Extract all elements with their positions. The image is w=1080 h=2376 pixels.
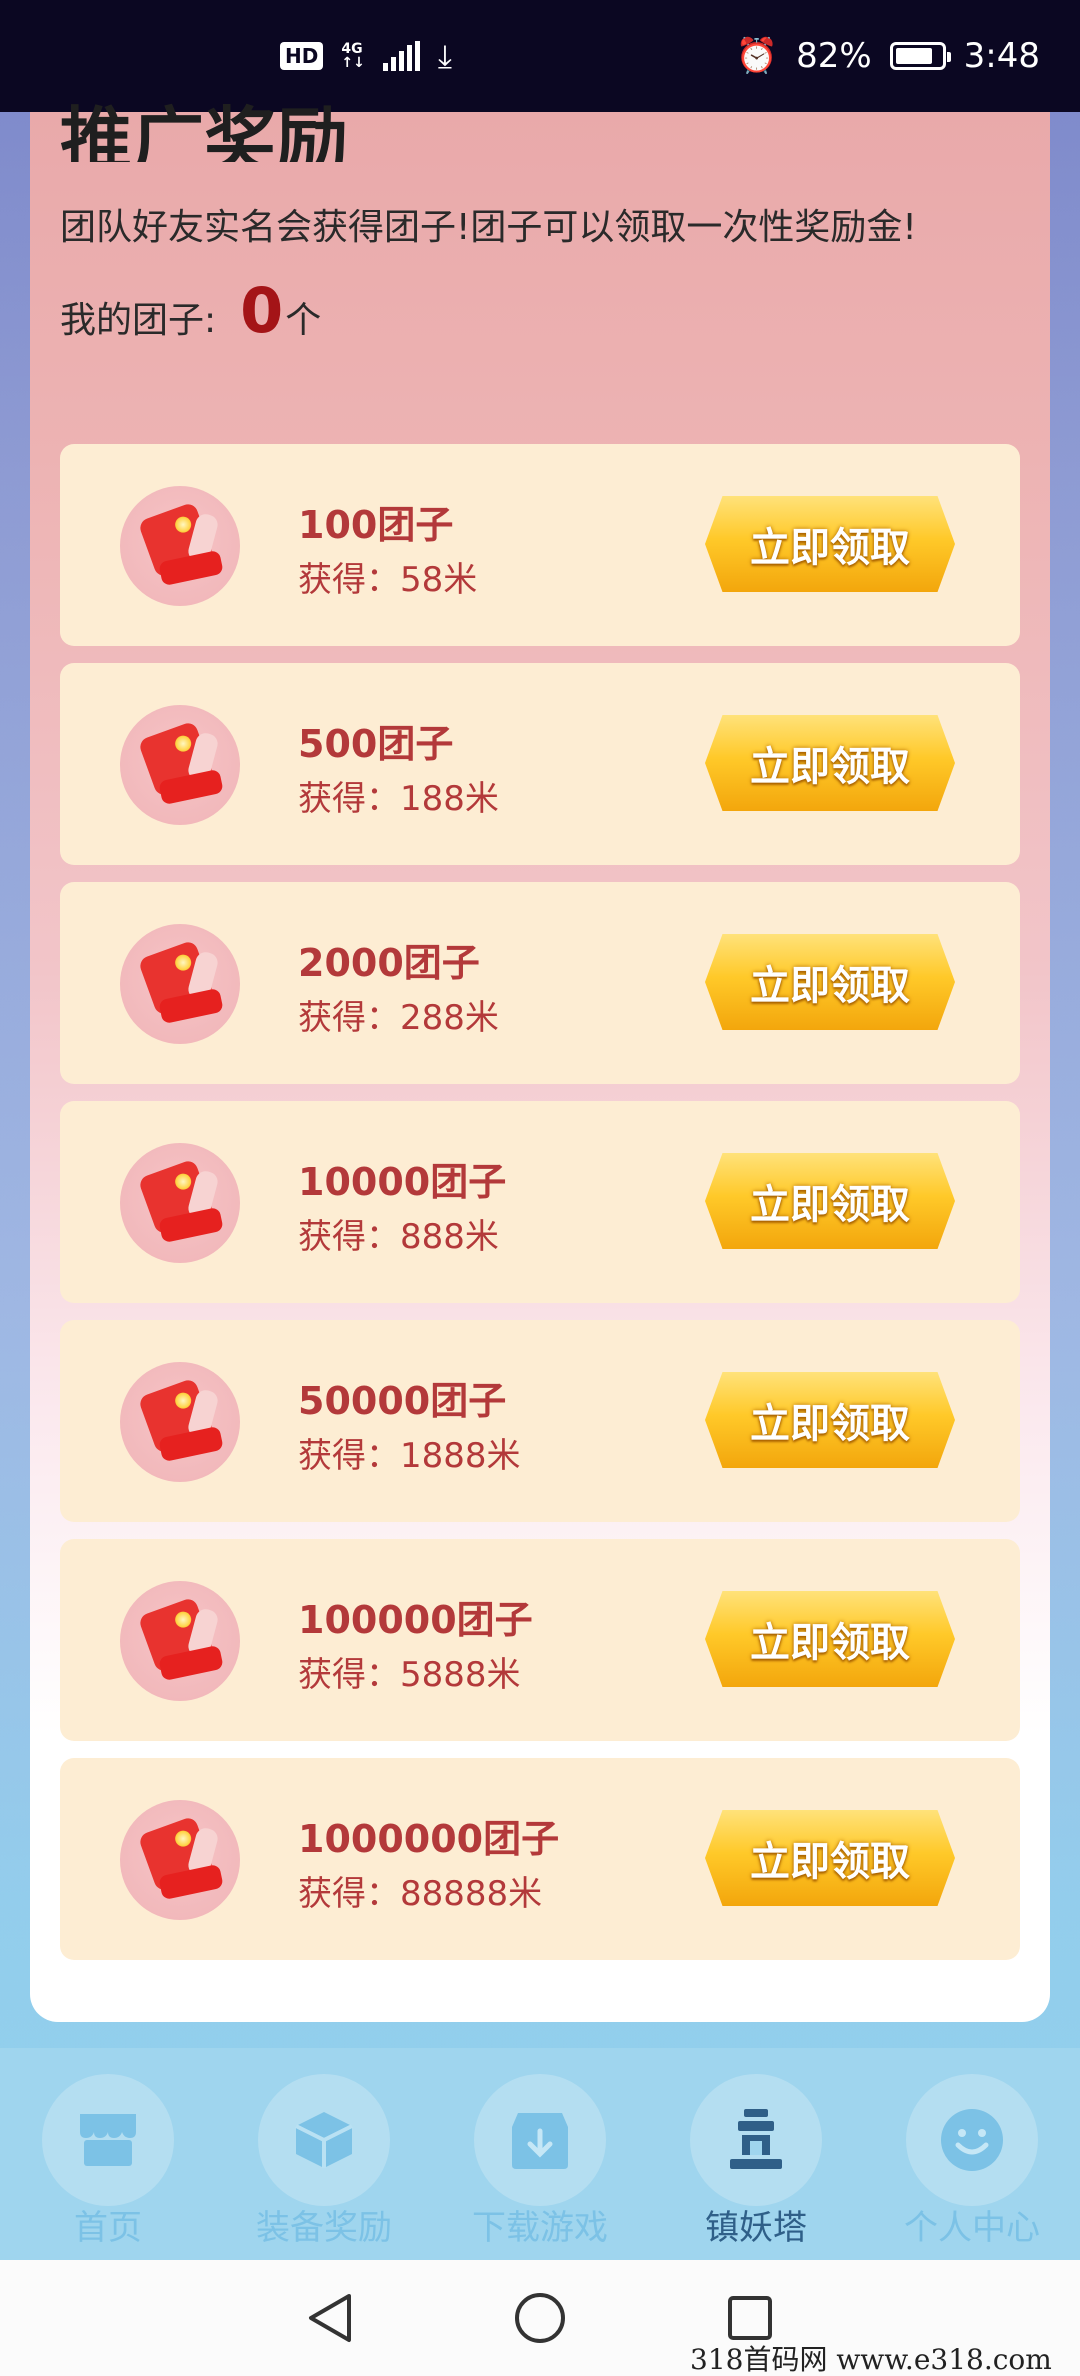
my-count: 我的团子: 0 个 bbox=[60, 274, 321, 347]
red-envelope-icon bbox=[120, 1800, 240, 1920]
download-status-icon: ⤓ bbox=[437, 36, 452, 75]
red-envelope-icon bbox=[120, 705, 240, 825]
promotion-description: 团队好友实名会获得团子!团子可以领取一次性奖励金! bbox=[60, 207, 917, 248]
reward-amount: 50000团子 bbox=[298, 1379, 507, 1423]
reward-gain: 获得：5888米 bbox=[298, 1655, 521, 1695]
reward-row: 50000团子 获得：1888米 立即领取 bbox=[60, 1320, 1020, 1522]
reward-amount: 2000团子 bbox=[298, 941, 480, 985]
nav-item-equipment[interactable]: 装备奖励 bbox=[216, 2048, 432, 2260]
reward-row: 100000团子 获得：5888米 立即领取 bbox=[60, 1539, 1020, 1741]
my-count-label: 我的团子: bbox=[60, 300, 217, 341]
home-icon[interactable] bbox=[510, 2288, 570, 2348]
battery-icon bbox=[889, 42, 951, 70]
reward-amount: 100000团子 bbox=[298, 1598, 533, 1642]
reward-gain: 获得：1888米 bbox=[298, 1436, 521, 1476]
reward-gain: 获得：188米 bbox=[298, 779, 499, 819]
reward-amount: 500团子 bbox=[298, 722, 454, 766]
nav-item-tower[interactable]: 镇妖塔 bbox=[648, 2048, 864, 2260]
nav-item-download[interactable]: 下载游戏 bbox=[432, 2048, 648, 2260]
nav-item-profile[interactable]: 个人中心 bbox=[864, 2048, 1080, 2260]
reward-gain: 获得：888米 bbox=[298, 1217, 499, 1257]
nav-label: 镇妖塔 bbox=[705, 2208, 807, 2248]
status-left: HD 4G ↑↓ ⤓ bbox=[280, 37, 452, 76]
smile-icon bbox=[939, 2107, 1005, 2173]
reward-list: 100团子 获得：58米 立即领取 500团子 获得：188米 立即领取 200… bbox=[60, 444, 1020, 1977]
page-title: 推广奖励 bbox=[60, 99, 349, 162]
nav-label: 个人中心 bbox=[904, 2208, 1040, 2248]
network-type: 4G ↑↓ bbox=[341, 41, 365, 71]
red-envelope-icon bbox=[120, 1143, 240, 1263]
reward-gain: 获得：288米 bbox=[298, 998, 499, 1038]
status-right: ⏰ 82% 3:48 bbox=[736, 36, 1040, 76]
my-count-value: 0 bbox=[240, 274, 284, 347]
red-envelope-icon bbox=[120, 1581, 240, 1701]
back-icon[interactable] bbox=[300, 2288, 360, 2348]
claim-button[interactable]: 立即领取 bbox=[705, 496, 955, 592]
hd-icon: HD bbox=[280, 42, 324, 70]
nav-label: 首页 bbox=[74, 2208, 142, 2248]
tower-icon bbox=[724, 2107, 788, 2173]
reward-row: 100团子 获得：58米 立即领取 bbox=[60, 444, 1020, 646]
reward-amount: 1000000团子 bbox=[298, 1817, 560, 1861]
red-envelope-icon bbox=[120, 1362, 240, 1482]
claim-button[interactable]: 立即领取 bbox=[705, 934, 955, 1030]
reward-amount: 100团子 bbox=[298, 503, 454, 547]
claim-button[interactable]: 立即领取 bbox=[705, 1153, 955, 1249]
clock: 3:48 bbox=[963, 36, 1040, 76]
signal-icon bbox=[382, 41, 420, 71]
promotion-card: 推广奖励 团队好友实名会获得团子!团子可以领取一次性奖励金! 我的团子: 0 个… bbox=[30, 99, 1050, 2022]
box-icon bbox=[292, 2108, 356, 2172]
claim-button[interactable]: 立即领取 bbox=[705, 1591, 955, 1687]
shop-icon bbox=[76, 2110, 140, 2170]
reward-row: 10000团子 获得：888米 立即领取 bbox=[60, 1101, 1020, 1303]
my-count-unit: 个 bbox=[285, 300, 322, 341]
battery-percent: 82% bbox=[796, 36, 872, 76]
reward-row: 1000000团子 获得：88888米 立即领取 bbox=[60, 1758, 1020, 1960]
reward-amount: 10000团子 bbox=[298, 1160, 507, 1204]
claim-button[interactable]: 立即领取 bbox=[705, 1810, 955, 1906]
claim-button[interactable]: 立即领取 bbox=[705, 715, 955, 811]
download-icon bbox=[508, 2109, 572, 2171]
red-envelope-icon bbox=[120, 486, 240, 606]
alarm-icon: ⏰ bbox=[735, 36, 779, 76]
claim-button[interactable]: 立即领取 bbox=[705, 1372, 955, 1468]
reward-row: 2000团子 获得：288米 立即领取 bbox=[60, 882, 1020, 1084]
reward-gain: 获得：88888米 bbox=[298, 1874, 543, 1914]
red-envelope-icon bbox=[120, 924, 240, 1044]
nav-label: 下载游戏 bbox=[472, 2208, 608, 2248]
bottom-nav: 首页 装备奖励 下载游戏 镇妖塔 个人中心 bbox=[0, 2048, 1080, 2260]
watermark: 318首码网 www.e318.com bbox=[690, 2343, 1052, 2376]
nav-item-home[interactable]: 首页 bbox=[0, 2048, 216, 2260]
reward-gain: 获得：58米 bbox=[298, 560, 478, 600]
nav-label: 装备奖励 bbox=[256, 2208, 392, 2248]
reward-row: 500团子 获得：188米 立即领取 bbox=[60, 663, 1020, 865]
